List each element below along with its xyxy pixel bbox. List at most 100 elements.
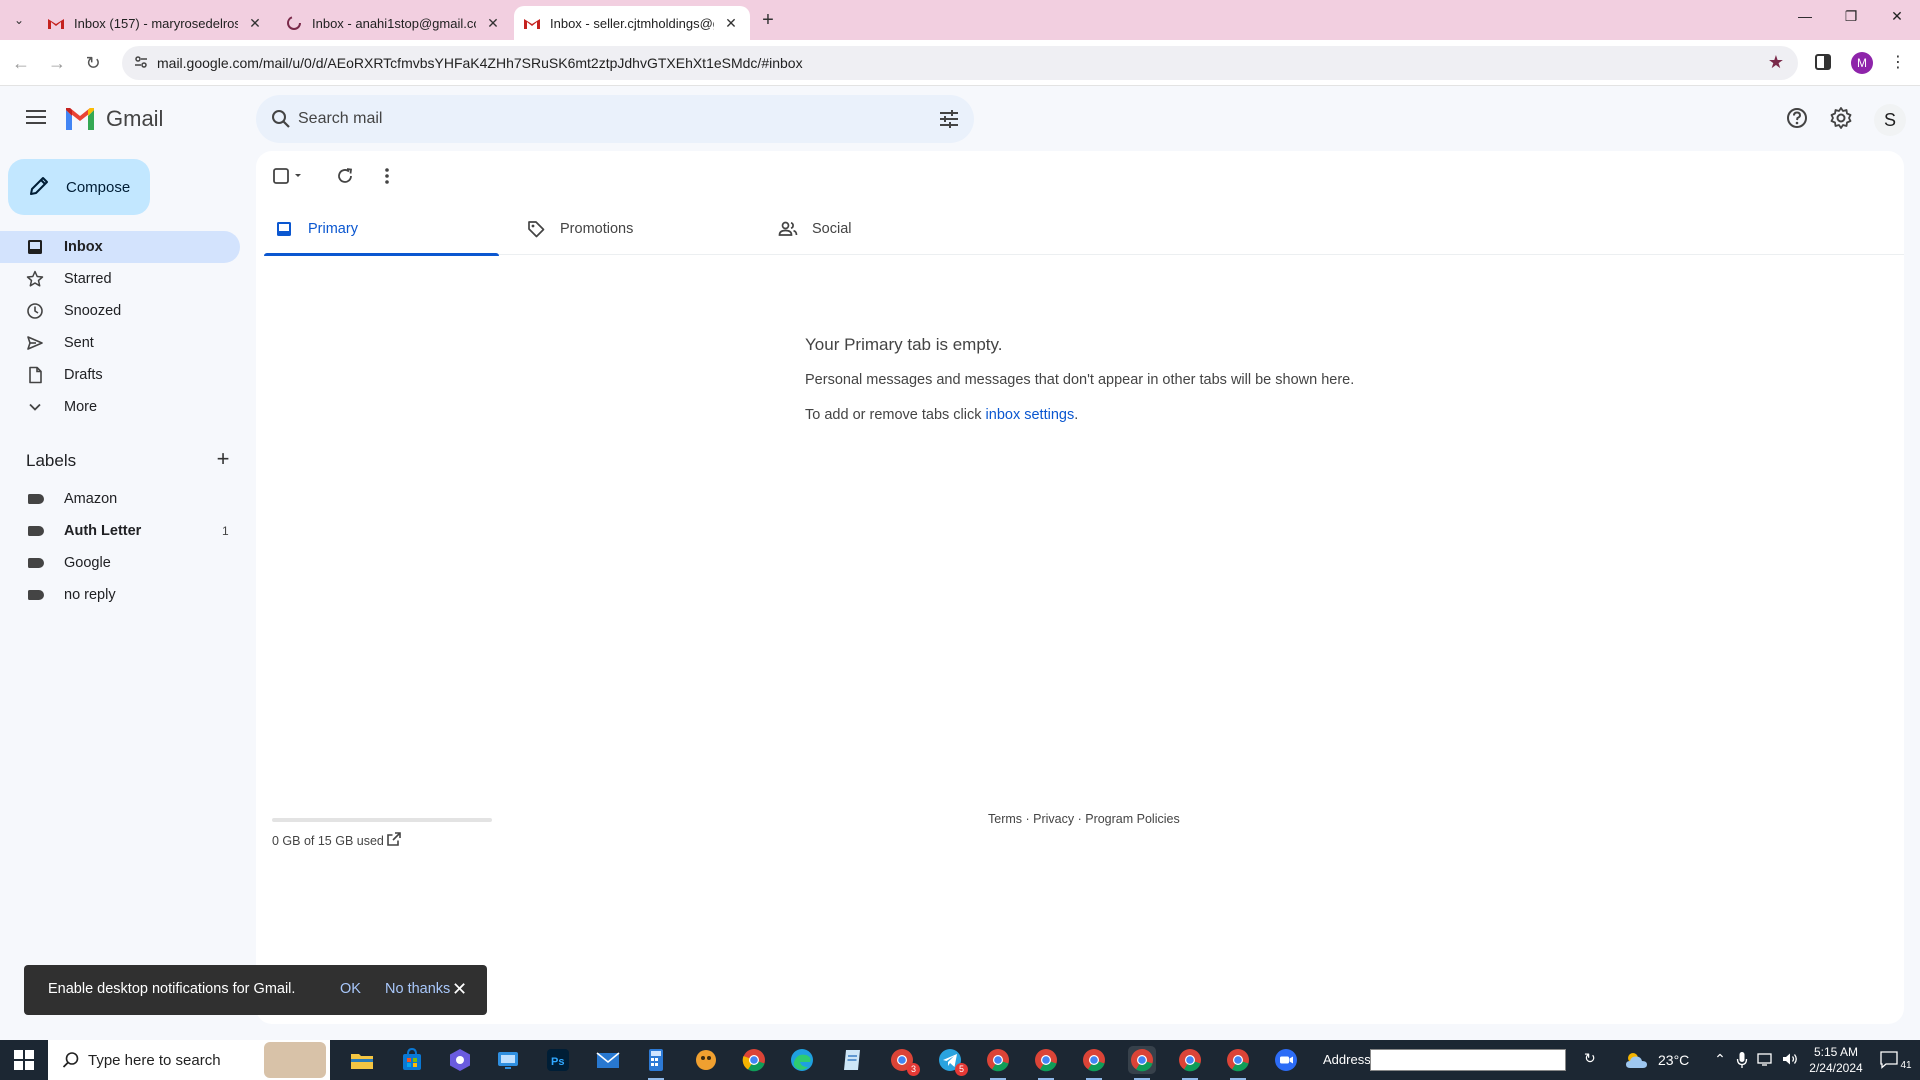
network-icon[interactable] — [1756, 1051, 1776, 1069]
chrome-gmail-window-icon[interactable] — [1080, 1046, 1108, 1080]
remote-desktop-icon[interactable] — [494, 1046, 522, 1074]
tab-promotions[interactable]: Promotions — [516, 203, 751, 255]
gmail-logo-icon[interactable] — [64, 106, 96, 132]
settings-gear-icon[interactable] — [1829, 106, 1855, 132]
inbox-settings-link[interactable]: inbox settings — [986, 407, 1075, 423]
main-menu-icon[interactable] — [22, 106, 50, 134]
label-name: no reply — [64, 587, 116, 603]
mail-app-icon[interactable] — [594, 1046, 622, 1074]
pencil-icon — [28, 175, 52, 199]
nav-item-sent[interactable]: Sent — [0, 327, 240, 359]
file-explorer-icon[interactable] — [348, 1046, 376, 1074]
search-options-icon[interactable] — [938, 108, 960, 130]
active-tab-indicator — [264, 253, 499, 256]
windows-start-icon[interactable] — [14, 1050, 34, 1070]
select-all-checkbox[interactable] — [272, 165, 306, 187]
forward-arrow-icon[interactable]: → — [44, 50, 70, 76]
open-in-new-icon[interactable] — [386, 831, 404, 849]
address-go-icon[interactable]: ↻ — [1584, 1050, 1602, 1070]
side-panel-icon[interactable] — [1814, 53, 1834, 73]
microphone-icon[interactable] — [1734, 1051, 1750, 1069]
browser-menu-icon[interactable]: ⋮ — [1890, 52, 1906, 74]
back-arrow-icon[interactable]: ← — [8, 50, 34, 76]
tab-title: Inbox (157) - maryrosedelrosari — [74, 15, 238, 31]
volume-icon[interactable] — [1780, 1051, 1800, 1069]
browser-tab-2[interactable]: Inbox - anahi1stop@gmail.com ✕ — [276, 6, 512, 40]
label-item-google[interactable]: Google — [0, 547, 240, 579]
label-item-auth-letter[interactable]: Auth Letter 1 — [0, 515, 240, 547]
tray-chevron-up-icon[interactable]: ⌃ — [1712, 1051, 1728, 1069]
telegram-icon[interactable]: 5 — [936, 1046, 968, 1076]
help-icon[interactable] — [1785, 106, 1811, 132]
privacy-link[interactable]: Privacy — [1033, 812, 1074, 826]
label-tag-icon — [28, 494, 44, 504]
hexagon-app-icon[interactable] — [446, 1046, 474, 1074]
browser-tab-1[interactable]: Inbox (157) - maryrosedelrosari ✕ — [38, 6, 274, 40]
tab-search-chevron-icon[interactable]: ⌄ — [6, 8, 32, 32]
people-icon — [778, 219, 798, 239]
chrome-gmail-window-icon[interactable] — [984, 1046, 1012, 1080]
address-bar[interactable]: mail.google.com/mail/u/0/d/AEoRXRTcfmvbs… — [122, 46, 1798, 80]
zoom-icon[interactable] — [1272, 1046, 1300, 1074]
chrome-icon[interactable] — [740, 1046, 768, 1074]
send-icon — [26, 334, 44, 352]
gmail-wordmark[interactable]: Gmail — [106, 106, 163, 132]
edge-icon[interactable] — [788, 1046, 816, 1074]
search-input[interactable] — [298, 107, 878, 131]
photoshop-icon[interactable]: Ps — [544, 1046, 572, 1074]
game-app-icon[interactable] — [692, 1046, 720, 1074]
window-close-icon[interactable]: ✕ — [1880, 8, 1914, 32]
reload-icon[interactable]: ↻ — [80, 50, 106, 76]
nav-item-snoozed[interactable]: Snoozed — [0, 295, 240, 327]
chrome-gmail-window-icon[interactable] — [1032, 1046, 1060, 1080]
snackbar-close-icon[interactable]: ✕ — [452, 979, 467, 1000]
label-name: Amazon — [64, 491, 118, 507]
chrome-gmail-window-icon[interactable] — [1224, 1046, 1252, 1080]
nav-item-inbox[interactable]: Inbox — [0, 231, 240, 263]
snackbar-no-thanks-button[interactable]: No thanks — [385, 981, 450, 997]
nav-item-starred[interactable]: Starred — [0, 263, 240, 295]
program-policies-link[interactable]: Program Policies — [1085, 812, 1179, 826]
nav-item-drafts[interactable]: Drafts — [0, 359, 240, 391]
restore-icon[interactable]: ❐ — [1834, 8, 1868, 32]
browser-tab-3-active[interactable]: Inbox - seller.cjtmholdings@gm ✕ — [514, 6, 750, 40]
weather-cloud-icon[interactable] — [1624, 1050, 1650, 1070]
chrome-gmail-window-icon[interactable] — [1176, 1046, 1204, 1080]
refresh-icon[interactable] — [334, 165, 356, 187]
address-toolbar-input[interactable] — [1370, 1049, 1566, 1071]
account-avatar[interactable]: S — [1874, 104, 1906, 136]
more-options-icon[interactable] — [376, 165, 398, 187]
close-tab-icon[interactable]: ✕ — [246, 15, 264, 32]
minimize-icon[interactable]: — — [1788, 8, 1822, 32]
label-item-amazon[interactable]: Amazon — [0, 483, 240, 515]
nav-item-more[interactable]: More — [0, 391, 240, 423]
chrome-profile-app-icon[interactable]: 3 — [888, 1046, 920, 1076]
tab-title: Inbox - seller.cjtmholdings@gm — [550, 15, 714, 31]
tab-social[interactable]: Social — [768, 203, 1003, 255]
taskbar-search-box[interactable]: Type here to search — [48, 1040, 330, 1080]
snackbar-ok-button[interactable]: OK — [340, 981, 361, 997]
close-tab-icon[interactable]: ✕ — [484, 15, 502, 32]
store-icon[interactable] — [398, 1046, 426, 1074]
calculator-icon[interactable] — [642, 1046, 670, 1080]
chrome-gmail-window-icon[interactable] — [1128, 1046, 1156, 1080]
close-tab-icon[interactable]: ✕ — [722, 15, 740, 32]
label-item-no-reply[interactable]: no reply — [0, 579, 240, 611]
system-clock[interactable]: 5:15 AM 2/24/2024 — [1806, 1044, 1866, 1076]
nav-item-label: Snoozed — [64, 303, 122, 319]
add-label-plus-icon[interactable]: + — [212, 448, 234, 471]
paper-app-icon[interactable] — [838, 1046, 866, 1074]
nav-item-label: Inbox — [64, 239, 103, 255]
search-bar[interactable] — [256, 95, 974, 143]
new-tab-plus-icon[interactable]: + — [756, 9, 780, 33]
site-info-icon[interactable] — [132, 54, 150, 72]
tab-primary[interactable]: Primary — [264, 203, 499, 256]
compose-label: Compose — [66, 178, 131, 196]
label-tag-icon — [28, 558, 44, 568]
label-name: Auth Letter — [64, 523, 142, 539]
browser-profile-avatar[interactable]: M — [1851, 52, 1873, 74]
search-icon[interactable] — [270, 108, 292, 130]
terms-link[interactable]: Terms — [988, 812, 1022, 826]
bookmark-star-icon[interactable]: ★ — [1768, 52, 1784, 73]
compose-button[interactable]: Compose — [8, 159, 150, 215]
